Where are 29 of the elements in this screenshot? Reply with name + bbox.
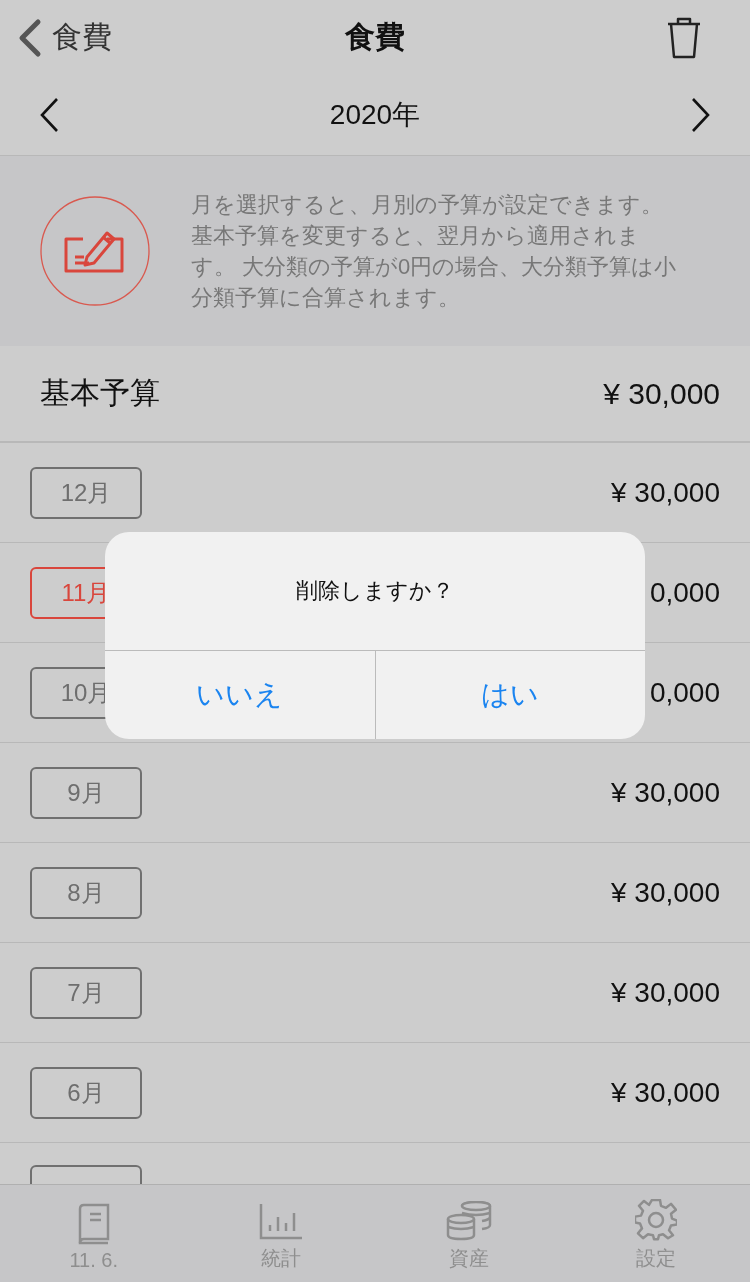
dialog-message: 削除しますか？ [105,532,645,651]
tab-item[interactable]: 統計 [187,1185,375,1282]
tab-item[interactable]: 資産 [375,1185,563,1282]
year-label: 2020年 [329,98,421,132]
budget-edit-icon [39,195,151,307]
settings-icon [635,1199,678,1241]
month-amount: ¥ 30,000 [611,476,720,509]
month-button[interactable]: 12月 [30,466,142,519]
month-amount: 0,000 [649,576,720,609]
tab-item[interactable]: 11. 6. [0,1185,188,1282]
tab-item[interactable]: 設定 [562,1185,750,1282]
back-button[interactable]: 食費 [16,17,112,58]
month-amount: 0,000 [649,676,720,709]
base-budget-label: 基本予算 [40,375,160,411]
month-amount: ¥ 30,000 [611,976,720,1009]
month-button[interactable]: 9月 [30,766,142,819]
month-button[interactable]: 8月 [30,866,142,919]
month-amount: ¥ 30,000 [611,1076,720,1109]
trash-icon[interactable] [666,16,702,59]
month-button[interactable]: 7月 [30,966,142,1019]
dialog-button[interactable]: はい [374,651,645,739]
coins-icon [445,1201,492,1241]
month-button[interactable]: 6月 [30,1066,142,1119]
month-amount: ¥ 30,000 [611,776,720,809]
month-amount: ¥ 30,000 [611,876,720,909]
bar-chart-icon [259,1203,304,1241]
info-text: 月を選択すると、月別の予算が設定できます。基本予算を変更すると、翌月から適用されます。 大分類の予算が0円の場合、大分類予算は小分類予算に合算されます。 [191,191,678,312]
base-budget-amount: ¥ 30,000 [603,376,720,411]
screen-title: 食費 [344,19,406,55]
